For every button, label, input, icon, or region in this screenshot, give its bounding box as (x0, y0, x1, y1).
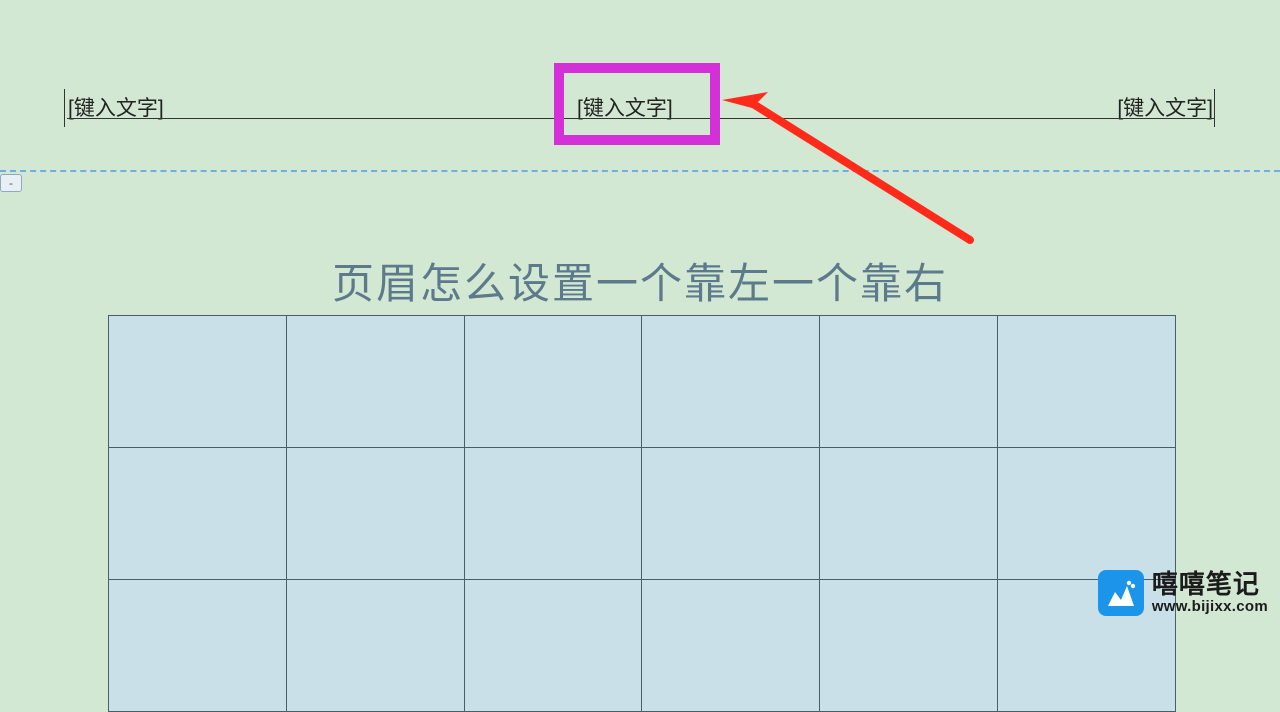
content-table[interactable] (108, 315, 1176, 712)
table-cell[interactable] (109, 580, 287, 712)
table-cell[interactable] (998, 448, 1176, 580)
watermark-logo-icon (1098, 570, 1144, 616)
table-cell[interactable] (286, 580, 464, 712)
table-row (109, 580, 1176, 712)
watermark-brand: 嘻嘻笔记 (1152, 570, 1268, 599)
content-table-container (108, 315, 1176, 712)
table-cell[interactable] (998, 316, 1176, 448)
header-boundary-line (0, 170, 1280, 172)
highlight-box (554, 63, 720, 145)
table-cell[interactable] (820, 580, 998, 712)
table-cell[interactable] (642, 448, 820, 580)
table-row (109, 316, 1176, 448)
table-cell[interactable] (286, 448, 464, 580)
margin-tab-marker[interactable]: - (0, 174, 22, 192)
table-cell[interactable] (109, 448, 287, 580)
document-header-area: [键入文字] [键入文字] [键入文字] (0, 0, 1280, 85)
table-cell[interactable] (820, 316, 998, 448)
table-cell[interactable] (820, 448, 998, 580)
watermark-url: www.bijixx.com (1152, 599, 1268, 616)
watermark: 嘻嘻笔记 www.bijixx.com (1098, 570, 1268, 616)
table-cell[interactable] (642, 316, 820, 448)
watermark-text: 嘻嘻笔记 www.bijixx.com (1152, 570, 1268, 615)
table-row (109, 448, 1176, 580)
table-cell[interactable] (464, 448, 642, 580)
table-cell[interactable] (464, 580, 642, 712)
table-cell[interactable] (464, 316, 642, 448)
page-title: 页眉怎么设置一个靠左一个靠右 (332, 250, 948, 311)
table-cell[interactable] (109, 316, 287, 448)
table-cell[interactable] (642, 580, 820, 712)
table-cell[interactable] (286, 316, 464, 448)
